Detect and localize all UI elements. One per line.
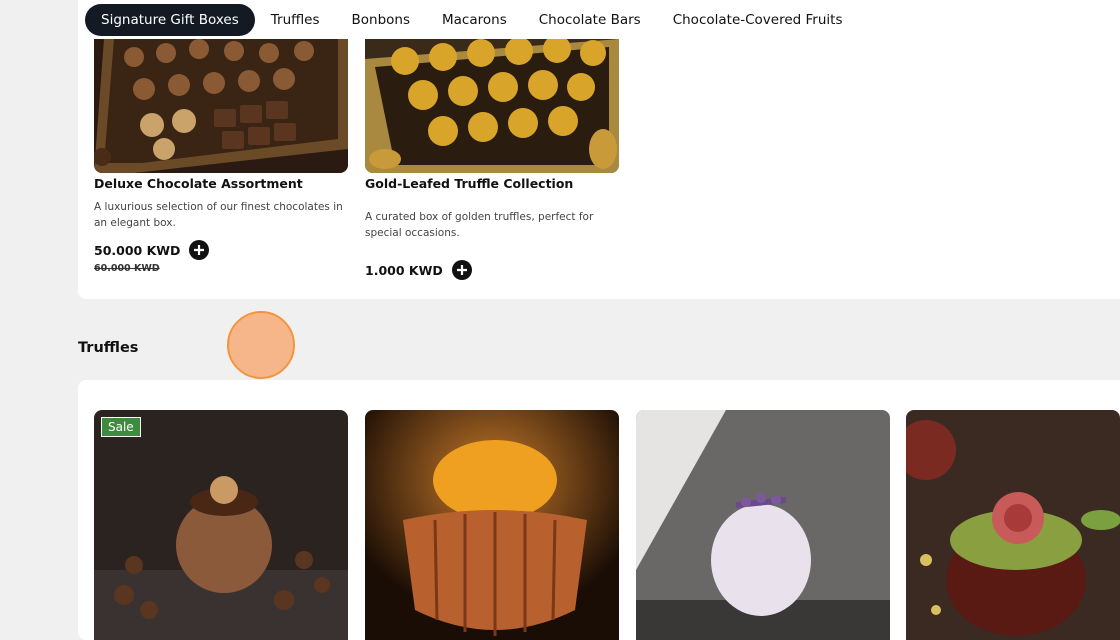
- old-price: 60.000 KWD: [94, 263, 160, 274]
- product-description: A curated box of golden truffles, perfec…: [365, 211, 594, 239]
- product-price: 50.000 KWD: [94, 242, 181, 258]
- gift-boxes-panel: Deluxe Chocolate Assortment A luxurious …: [78, 39, 1120, 299]
- product-image[interactable]: [94, 410, 348, 640]
- sale-badge: Sale: [101, 417, 141, 437]
- product-title[interactable]: Deluxe Chocolate Assortment: [94, 176, 303, 191]
- product-image[interactable]: [906, 410, 1120, 640]
- tab-macarons[interactable]: Macarons: [426, 4, 523, 36]
- price-row: 50.000 KWD: [94, 240, 210, 260]
- category-nav: Signature Gift Boxes Truffles Bonbons Ma…: [78, 0, 1120, 40]
- click-indicator: [227, 311, 295, 379]
- product-image[interactable]: [365, 410, 619, 640]
- price-row: 1.000 KWD: [365, 260, 472, 280]
- product-image[interactable]: [636, 410, 890, 640]
- product-price: 1.000 KWD: [365, 262, 443, 278]
- product-image[interactable]: [94, 39, 348, 173]
- tab-chocolate-bars[interactable]: Chocolate Bars: [523, 4, 657, 36]
- tab-bonbons[interactable]: Bonbons: [336, 4, 427, 36]
- add-to-cart-button[interactable]: [451, 260, 472, 280]
- product-description: A luxurious selection of our finest choc…: [94, 201, 343, 229]
- product-title[interactable]: Gold-Leafed Truffle Collection: [365, 176, 573, 191]
- add-to-cart-button[interactable]: [189, 240, 210, 260]
- tab-signature-gift-boxes[interactable]: Signature Gift Boxes: [85, 3, 255, 36]
- product-image[interactable]: [365, 39, 619, 173]
- truffles-panel: Sale: [78, 380, 1120, 640]
- plus-circle-icon: [456, 265, 467, 275]
- tab-chocolate-covered-fruits[interactable]: Chocolate-Covered Fruits: [657, 4, 859, 36]
- plus-circle-icon: [194, 245, 205, 255]
- section-title-truffles: Truffles: [78, 340, 139, 356]
- tab-truffles[interactable]: Truffles: [255, 4, 336, 36]
